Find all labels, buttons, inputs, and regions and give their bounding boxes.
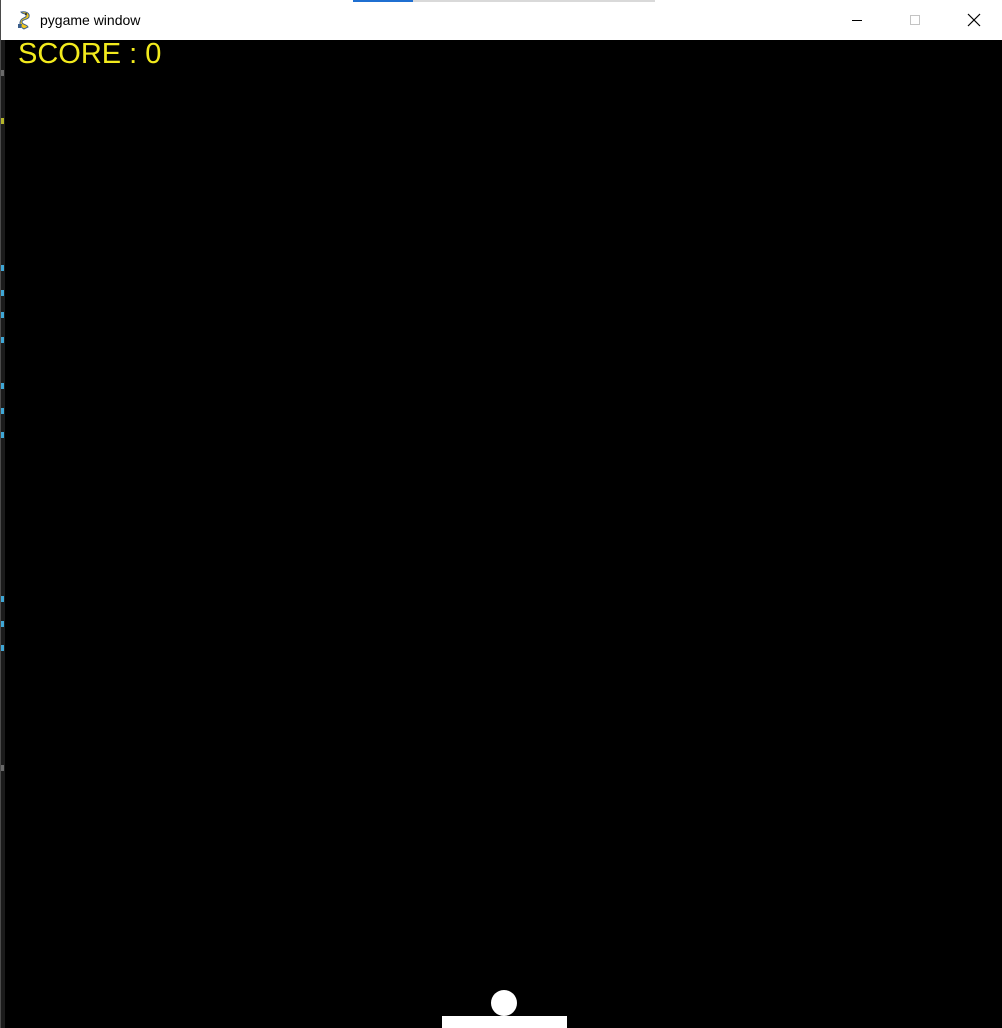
minimize-icon: [852, 20, 862, 21]
gutter-mark: [1, 312, 4, 318]
gutter-mark: [1, 432, 4, 438]
game-canvas[interactable]: SCORE : 0: [5, 40, 1002, 1028]
gutter-mark: [1, 621, 4, 627]
gutter-mark: [1, 265, 4, 271]
gutter-mark: [1, 290, 4, 296]
maximize-button[interactable]: [886, 0, 944, 40]
title-bar[interactable]: pygame window: [1, 0, 1002, 40]
gutter-mark: [1, 408, 4, 414]
gutter-mark: [1, 337, 4, 343]
pygame-window: pygame window SCORE: 0: [0, 0, 1002, 1028]
gutter-mark: [1, 118, 4, 124]
gutter-mark: [1, 383, 4, 389]
close-button[interactable]: [945, 0, 1002, 40]
close-icon: [967, 13, 981, 27]
pygame-snake-icon: [18, 11, 30, 30]
ball: [491, 990, 517, 1016]
paddle[interactable]: [442, 1016, 567, 1028]
title-bar-accent-secondary: [413, 0, 655, 2]
score-label: SCORE : 0: [18, 38, 162, 70]
gutter-mark: [1, 596, 4, 602]
gutter-mark: [1, 70, 4, 76]
minimize-button[interactable]: [828, 0, 886, 40]
gutter-mark: [1, 765, 4, 771]
maximize-icon: [910, 15, 920, 25]
title-bar-accent: [353, 0, 413, 2]
gutter-mark: [1, 645, 4, 651]
window-title: pygame window: [40, 12, 141, 28]
